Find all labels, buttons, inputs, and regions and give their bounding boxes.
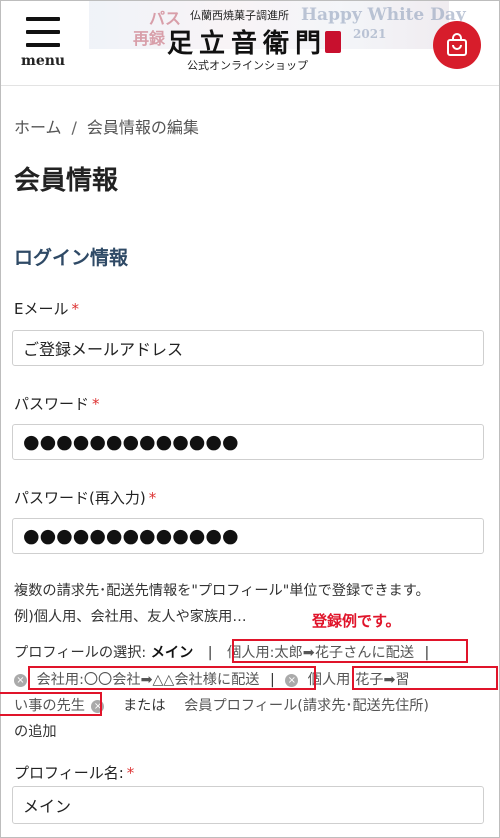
password-label: パスワード * — [14, 395, 100, 413]
email-field[interactable]: ご登録メールアドレス — [12, 330, 484, 366]
password-field[interactable]: ●●●●●●●●●●●●● — [12, 424, 484, 460]
logo-footer: 公式オンラインショップ — [187, 59, 308, 72]
highlight-box — [352, 666, 498, 690]
profile-current: メイン — [150, 645, 194, 661]
cart-button[interactable] — [433, 21, 481, 69]
menu-label: menu — [21, 53, 66, 69]
banner-text-left-2: 再録 — [133, 29, 166, 48]
logo-title[interactable]: 足立音衛門 — [167, 23, 327, 60]
banner-text-right: Happy White Day — [301, 5, 466, 25]
logo-subtitle: 仏蘭西焼菓子調進所 — [190, 9, 289, 22]
required-mark: * — [71, 300, 79, 318]
profile-note-2: 例)個人用、会社用、友人や家族用… — [14, 609, 247, 625]
highlight-box — [0, 692, 102, 716]
highlight-box — [28, 666, 316, 690]
required-mark: * — [126, 764, 135, 782]
password-confirm-field[interactable]: ●●●●●●●●●●●●● — [12, 518, 484, 554]
or-text: または — [122, 698, 166, 714]
banner-year: 2021 — [353, 27, 387, 41]
required-mark: * — [148, 489, 157, 507]
breadcrumb-separator: / — [71, 118, 77, 137]
profile-name-label: プロフィール名: * — [14, 764, 135, 782]
breadcrumb-home[interactable]: ホーム — [14, 118, 62, 137]
email-label: Eメール * — [14, 300, 79, 318]
breadcrumb: ホーム / 会員情報の編集 — [14, 114, 199, 138]
example-annotation: 登録例です。 — [312, 612, 401, 630]
profile-select-label: プロフィールの選択: — [14, 645, 147, 661]
breadcrumb-current: 会員情報の編集 — [86, 118, 199, 137]
delete-profile-icon[interactable]: × — [14, 673, 27, 687]
login-section-title: ログイン情報 — [14, 247, 129, 269]
profile-note-1: 複数の請求先･配送先情報を"プロフィール"単位で登録できます。 — [14, 583, 430, 599]
shopping-bag-icon — [447, 33, 467, 56]
menu-button[interactable] — [23, 15, 65, 51]
profile-name-field[interactable]: メイン — [12, 786, 484, 824]
highlight-box — [232, 639, 468, 663]
logo-seal-icon — [325, 31, 341, 53]
site-header: パス 再録 Happy White Day 2021 menu 仏蘭西焼菓子調進… — [1, 1, 499, 86]
add-profile-suffix: の追加 — [14, 724, 57, 740]
required-mark: * — [92, 395, 100, 413]
add-profile-link[interactable]: 会員プロフィール(請求先･配送先住所) — [184, 698, 429, 714]
password-confirm-label: パスワード(再入力) * — [14, 489, 157, 507]
page-title: 会員情報 — [14, 166, 119, 196]
